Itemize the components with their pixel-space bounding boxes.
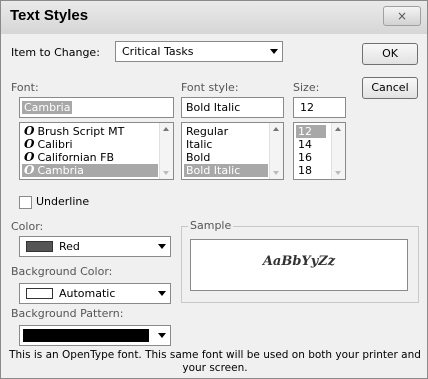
background-pattern-swatch <box>23 329 149 342</box>
font-list-scrollbar[interactable] <box>159 123 173 179</box>
ok-button[interactable]: OK <box>362 43 418 65</box>
scroll-down-icon <box>273 171 279 175</box>
chevron-down-icon <box>158 333 166 338</box>
font-style-scrollbar[interactable] <box>269 123 283 179</box>
font-item-cambria[interactable]: O Cambria <box>22 164 158 177</box>
item-to-change-label: Item to Change: <box>11 46 100 59</box>
color-label: Color: <box>11 220 44 233</box>
size-scrollbar[interactable] <box>331 123 345 179</box>
background-color-label: Background Color: <box>11 265 113 278</box>
scroll-up-icon <box>335 127 341 131</box>
chevron-down-icon <box>158 244 166 249</box>
title-bar: Text Styles × <box>1 1 427 34</box>
font-style-item[interactable]: Italic <box>184 138 268 151</box>
font-style-input-value: Bold Italic <box>186 101 241 114</box>
scroll-up-icon <box>163 127 169 131</box>
font-style-item-selected[interactable]: Bold Italic <box>184 164 268 177</box>
font-item-calibri[interactable]: O Calibri <box>22 137 158 152</box>
cancel-label: Cancel <box>371 81 409 94</box>
font-item-label: Cambria <box>37 164 84 177</box>
background-pattern-dropdown[interactable] <box>19 325 171 346</box>
font-item-label: Brush Script MT <box>37 125 125 138</box>
chevron-down-icon <box>270 49 278 54</box>
dialog-title: Text Styles <box>10 7 89 24</box>
opentype-font-icon: O <box>24 163 35 177</box>
font-item-label: Californian FB <box>37 151 115 164</box>
underline-checkbox[interactable] <box>19 196 32 209</box>
font-item-label: Calibri <box>37 138 73 151</box>
font-label: Font: <box>11 81 39 94</box>
font-input[interactable]: Cambria <box>19 97 174 118</box>
size-item[interactable]: 14 <box>296 138 326 151</box>
color-dropdown[interactable]: Red <box>19 236 171 257</box>
background-color-dropdown[interactable]: Automatic <box>19 283 171 304</box>
size-item[interactable]: 18 <box>296 164 326 177</box>
item-to-change-value: Critical Tasks <box>122 45 194 58</box>
opentype-font-icon: O <box>24 124 35 138</box>
font-item-brush-script[interactable]: O Brush Script MT <box>22 124 158 139</box>
chevron-down-icon <box>158 291 166 296</box>
sample-text: AaBbYyZz <box>262 254 336 269</box>
background-color-value: Automatic <box>59 287 116 300</box>
ok-label: OK <box>382 47 398 60</box>
font-info-text: This is an OpenType font. This same font… <box>9 349 421 374</box>
font-item-californian[interactable]: O Californian FB <box>22 150 158 165</box>
size-input[interactable]: 12 <box>293 97 346 118</box>
size-item-selected[interactable]: 12 <box>296 125 326 138</box>
scroll-down-icon <box>335 171 341 175</box>
size-label: Size: <box>293 81 320 94</box>
underline-label: Underline <box>36 195 90 208</box>
opentype-font-icon: O <box>24 150 35 164</box>
font-style-list[interactable]: Regular Italic Bold Bold Italic <box>181 122 284 180</box>
cancel-button[interactable]: Cancel <box>362 77 418 99</box>
sample-preview: AaBbYyZz <box>190 239 408 291</box>
size-input-value: 12 <box>300 101 314 114</box>
item-to-change-dropdown[interactable]: Critical Tasks <box>115 41 283 62</box>
font-style-input[interactable]: Bold Italic <box>181 97 284 118</box>
sample-label: Sample <box>188 219 234 232</box>
font-input-value: Cambria <box>22 101 73 114</box>
font-style-label: Font style: <box>181 81 239 94</box>
close-button[interactable]: × <box>383 6 421 26</box>
text-styles-dialog: Text Styles × Item to Change: Critical T… <box>0 0 428 379</box>
size-item[interactable]: 16 <box>296 151 326 164</box>
sample-group: Sample AaBbYyZz <box>181 219 419 303</box>
color-value: Red <box>59 240 80 253</box>
size-list[interactable]: 12 14 16 18 <box>293 122 346 180</box>
font-list[interactable]: O Brush Script MT O Calibri O Californian F… <box>19 122 174 180</box>
color-swatch <box>26 241 53 252</box>
background-color-swatch <box>26 288 53 299</box>
font-style-item[interactable]: Regular <box>184 125 268 138</box>
font-style-item[interactable]: Bold <box>184 151 268 164</box>
close-icon: × <box>396 9 408 23</box>
opentype-font-icon: O <box>24 137 35 151</box>
background-pattern-label: Background Pattern: <box>11 307 124 320</box>
scroll-up-icon <box>273 127 279 131</box>
scroll-down-icon <box>163 171 169 175</box>
